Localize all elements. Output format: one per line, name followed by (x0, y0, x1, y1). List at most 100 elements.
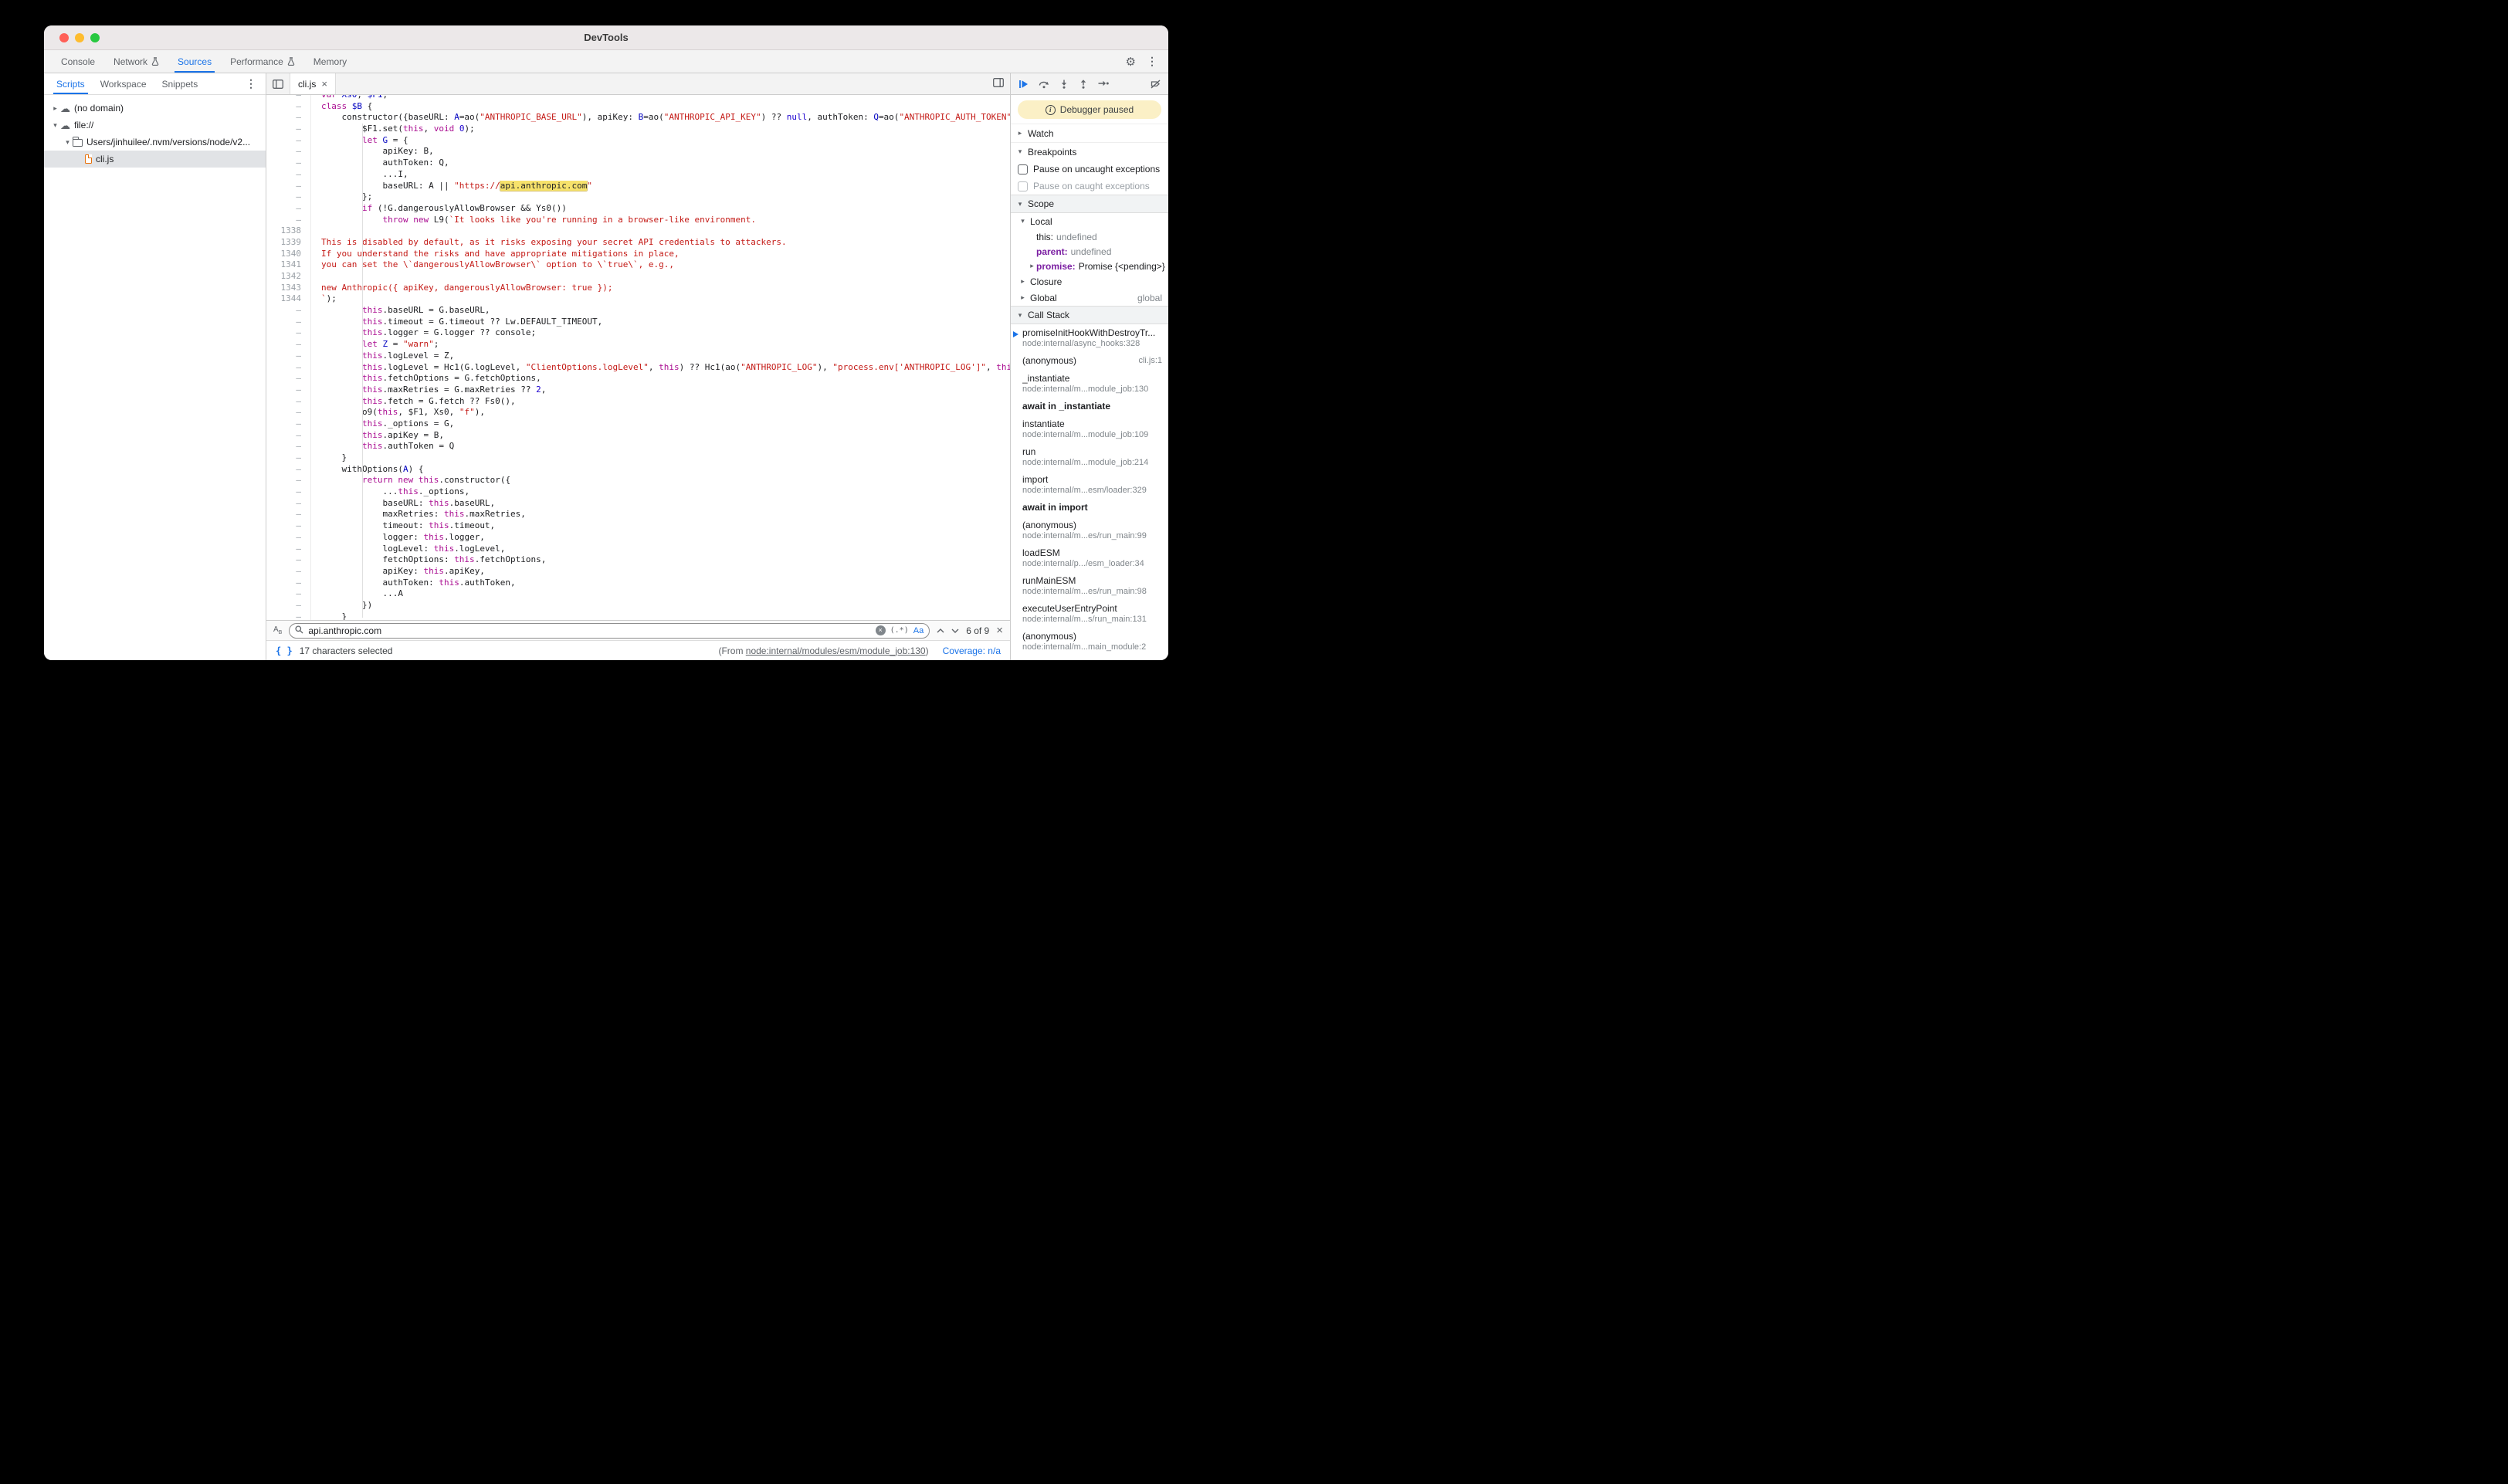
toggle-navigator-icon[interactable] (266, 73, 290, 94)
line-text[interactable]: logger: this.logger, (311, 532, 1010, 544)
line-gutter[interactable]: – (266, 509, 311, 520)
line-gutter[interactable]: – (266, 373, 311, 385)
tree-item-file-[interactable]: ▾☁file:// (44, 117, 266, 134)
line-gutter[interactable]: – (266, 135, 311, 147)
line-text[interactable]: ...A (311, 588, 1010, 600)
line-text[interactable]: `); (311, 293, 1010, 305)
line-gutter[interactable]: – (266, 475, 311, 486)
line-text[interactable]: this.authToken = Q (311, 441, 1010, 452)
line-text[interactable]: } (311, 452, 1010, 464)
line-text[interactable]: this.logLevel = Z, (311, 351, 1010, 362)
line-gutter[interactable]: 1341 (266, 259, 311, 271)
callstack-frame[interactable]: promiseInitHookWithDestroyTr...node:inte… (1011, 324, 1168, 352)
line-gutter[interactable]: – (266, 578, 311, 589)
checkbox-unchecked[interactable] (1018, 164, 1028, 174)
line-text[interactable]: if (!G.dangerouslyAllowBrowser && Ys0()) (311, 203, 1010, 215)
line-text[interactable]: If you understand the risks and have app… (311, 249, 1010, 260)
scope-variable[interactable]: ▸promise:Promise {<pending>} (1011, 259, 1168, 273)
line-gutter[interactable]: – (266, 362, 311, 374)
line-gutter[interactable]: – (266, 544, 311, 555)
section-scope[interactable]: ▾ Scope (1011, 195, 1168, 213)
line-gutter[interactable]: – (266, 191, 311, 203)
minimize-window-button[interactable] (75, 33, 84, 42)
chevron-down-icon[interactable]: ▾ (63, 138, 73, 147)
editor-tab-cli-js[interactable]: cli.js × (290, 73, 336, 94)
tree-item--no-domain-[interactable]: ▸☁(no domain) (44, 100, 266, 117)
line-text[interactable]: maxRetries: this.maxRetries, (311, 509, 1010, 520)
step-icon[interactable] (1098, 80, 1109, 89)
line-text[interactable]: new Anthropic({ apiKey, dangerouslyAllow… (311, 283, 1010, 294)
callstack-frame[interactable]: instantiatenode:internal/m...module_job:… (1011, 415, 1168, 443)
line-text[interactable]: }; (311, 191, 1010, 203)
match-case-toggle-icon[interactable]: Aa (913, 626, 924, 635)
scope-group-global[interactable]: ▸Globalglobal (1011, 290, 1168, 306)
line-gutter[interactable]: – (266, 158, 311, 169)
line-text[interactable]: authToken: this.authToken, (311, 578, 1010, 589)
tree-item-cli-js[interactable]: cli.js (44, 151, 266, 168)
line-gutter[interactable]: – (266, 430, 311, 442)
coverage-link[interactable]: Coverage: n/a (943, 645, 1001, 656)
line-gutter[interactable]: – (266, 146, 311, 158)
line-gutter[interactable]: – (266, 532, 311, 544)
line-text[interactable]: throw new L9(`It looks like you're runni… (311, 215, 1010, 226)
chevron-right-icon[interactable]: ▸ (50, 104, 60, 113)
line-gutter[interactable]: – (266, 464, 311, 476)
line-text[interactable]: ...this._options, (311, 486, 1010, 498)
line-text[interactable]: This is disabled by default, as it risks… (311, 237, 1010, 249)
line-text[interactable]: this.logLevel = Hc1(G.logLevel, "ClientO… (311, 362, 1010, 374)
line-text[interactable]: let Z = "warn"; (311, 339, 1010, 351)
line-text[interactable]: logLevel: this.logLevel, (311, 544, 1010, 555)
step-into-icon[interactable] (1059, 80, 1069, 89)
line-text[interactable] (311, 271, 1010, 283)
callstack-frame[interactable]: loadESMnode:internal/p.../esm_loader:34 (1011, 544, 1168, 572)
callstack-frame[interactable]: runMainESMnode:internal/m...es/run_main:… (1011, 572, 1168, 600)
tab-sources[interactable]: Sources (168, 50, 221, 73)
line-gutter[interactable]: 1342 (266, 271, 311, 283)
previous-match-icon[interactable] (937, 628, 944, 634)
navigator-tab-workspace[interactable]: Workspace (93, 73, 154, 94)
pretty-print-icon[interactable]: { } (276, 645, 293, 656)
scope-group-closure[interactable]: ▸Closure (1011, 273, 1168, 290)
line-gutter[interactable]: – (266, 441, 311, 452)
line-gutter[interactable]: 1338 (266, 225, 311, 237)
line-gutter[interactable]: – (266, 124, 311, 135)
regex-toggle-icon[interactable]: (.*) (890, 626, 909, 635)
tab-performance[interactable]: Performance (221, 50, 304, 73)
toggle-debugger-sidebar-icon[interactable] (993, 77, 1004, 91)
line-text[interactable]: baseURL: A || "https://api.anthropic.com… (311, 181, 1010, 192)
line-gutter[interactable]: – (266, 112, 311, 124)
line-text[interactable]: return new this.constructor({ (311, 475, 1010, 486)
chevron-down-icon[interactable]: ▾ (50, 121, 60, 130)
line-text[interactable]: this.baseURL = G.baseURL, (311, 305, 1010, 317)
line-text[interactable]: apiKey: this.apiKey, (311, 566, 1010, 578)
callstack-frame[interactable]: (anonymous)node:internal/m...es/run_main… (1011, 517, 1168, 544)
replace-toggle-icon[interactable]: AB (273, 626, 282, 635)
line-text[interactable] (311, 225, 1010, 237)
section-breakpoints[interactable]: ▾ Breakpoints (1011, 142, 1168, 161)
tab-console[interactable]: Console (52, 50, 104, 73)
line-gutter[interactable]: – (266, 520, 311, 532)
line-text[interactable]: class $B { (311, 101, 1010, 113)
step-over-icon[interactable] (1039, 80, 1049, 89)
close-tab-icon[interactable]: × (321, 78, 327, 90)
tree-item-users-jinhuilee-nvm-versions-node-v2-[interactable]: ▾Users/jinhuilee/.nvm/versions/node/v2..… (44, 134, 266, 151)
line-gutter[interactable]: – (266, 351, 311, 362)
line-text[interactable]: this.logger = G.logger ?? console; (311, 327, 1010, 339)
line-gutter[interactable]: – (266, 317, 311, 328)
line-gutter[interactable]: – (266, 95, 311, 101)
callstack-frame[interactable]: importnode:internal/m...esm/loader:329 (1011, 471, 1168, 499)
more-options-icon[interactable]: ⋮ (1147, 55, 1157, 68)
close-window-button[interactable] (59, 33, 69, 42)
line-text[interactable]: this.fetch = G.fetch ?? Fs0(), (311, 396, 1010, 408)
line-text[interactable]: you can set the \`dangerouslyAllowBrowse… (311, 259, 1010, 271)
line-gutter[interactable]: – (266, 566, 311, 578)
line-text[interactable]: ...I, (311, 169, 1010, 181)
line-gutter[interactable]: 1340 (266, 249, 311, 260)
navigator-more-icon[interactable]: ⋮ (246, 73, 261, 94)
line-text[interactable]: baseURL: this.baseURL, (311, 498, 1010, 510)
line-text[interactable]: this._options = G, (311, 418, 1010, 430)
navigator-tab-scripts[interactable]: Scripts (49, 73, 93, 94)
line-text[interactable]: withOptions(A) { (311, 464, 1010, 476)
deactivate-breakpoints-icon[interactable] (1151, 80, 1161, 89)
search-input[interactable] (308, 625, 870, 636)
